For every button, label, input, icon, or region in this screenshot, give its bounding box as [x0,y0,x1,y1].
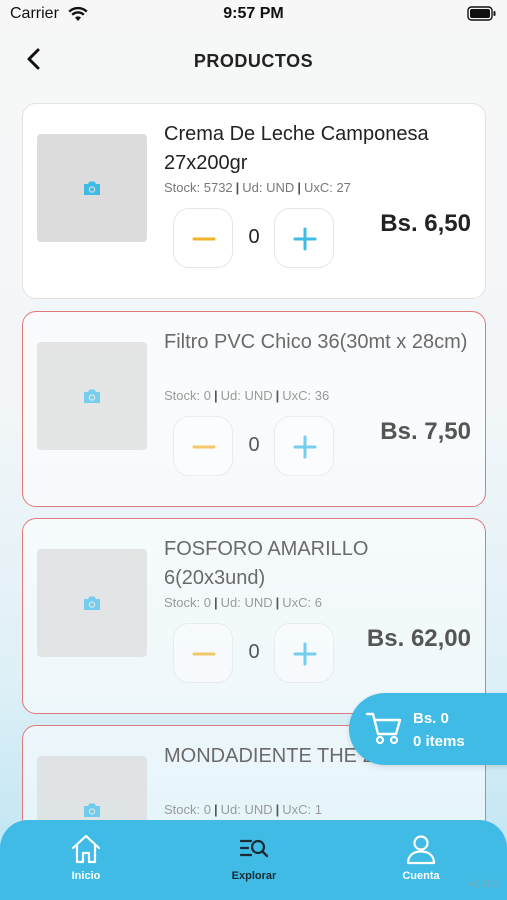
explore-icon [239,839,269,858]
nav-item-explorar[interactable]: Explorar [204,832,304,882]
increase-quantity-button[interactable] [274,208,334,268]
meta-separator: | [297,180,301,195]
meta-separator: | [275,388,280,403]
plus-icon [293,227,317,251]
meta-separator: | [235,180,240,195]
minus-icon [192,445,216,449]
product-units-per-case: UxC: 27 [303,180,351,195]
cart-icon [365,710,403,751]
product-image-placeholder [37,342,147,450]
meta-separator: | [275,595,280,610]
camera-icon [84,596,100,610]
product-unit: Ud: UND [220,802,273,817]
product-name: Crema De Leche Camponesa 27x200gr [164,123,429,174]
bottom-navigation: Inicio Explorar Cuenta [0,820,507,900]
product-price: Bs. 7,50 [380,418,471,445]
decrease-quantity-button[interactable] [173,208,233,268]
product-stock: Stock: 0 [164,388,211,403]
nav-label-inicio: Inicio [71,870,101,882]
quantity-value: 0 [248,641,260,663]
product-units-per-case: UxC: 36 [282,388,330,403]
product-price: Bs. 62,00 [366,625,471,652]
decrease-quantity-button[interactable] [173,623,233,683]
minus-icon [192,237,216,241]
home-icon [71,834,101,864]
product-card[interactable]: Filtro PVC Chico 36(30mt x 28cm) Stock: 0… [22,311,486,507]
cart-button[interactable]: Bs. 0 0 items [349,693,507,765]
app-version: v1.0.2 [469,878,499,890]
product-unit: Ud: UND [242,180,295,195]
camera-icon [84,389,100,403]
product-units-per-case: UxC: 1 [282,802,322,817]
product-price: Bs. 6,50 [380,210,471,237]
product-meta: Stock: 5732 | Ud: UND | UxC: 27 [164,180,351,195]
camera-icon [84,803,100,817]
minus-icon [192,652,216,656]
product-image-placeholder [37,549,147,657]
cart-total: Bs. 0 [413,710,449,727]
nav-item-cuenta[interactable]: Cuenta [371,832,471,882]
quantity-value: 0 [248,226,260,248]
product-meta: Stock: 0 | Ud: UND | UxC: 6 [164,595,322,610]
cart-item-count: 0 items [413,733,465,750]
product-card[interactable]: Crema De Leche Camponesa 27x200gr Stock: … [22,103,486,299]
plus-icon [293,435,317,459]
product-meta: Stock: 0 | Ud: UND | UxC: 36 [164,388,329,403]
product-meta: Stock: 0 | Ud: UND | UxC: 1 [164,802,322,817]
product-stock: Stock: 5732 [164,180,233,195]
meta-separator: | [213,595,218,610]
product-stock: Stock: 0 [164,802,211,817]
status-bar: Carrier 9:57 PM [0,0,507,30]
product-unit: Ud: UND [220,595,273,610]
page-title: PRODUCTOS [193,51,314,71]
product-stock: Stock: 0 [164,595,211,610]
product-unit: Ud: UND [220,388,273,403]
clock: 9:57 PM [223,5,284,22]
increase-quantity-button[interactable] [274,416,334,476]
nav-item-inicio[interactable]: Inicio [36,832,136,882]
quantity-value: 0 [248,434,260,456]
product-name: FOSFORO AMARILLO 6(20x3und) [164,538,369,589]
battery-icon [467,6,497,27]
product-card[interactable]: FOSFORO AMARILLO 6(20x3und) Stock: 0 | Ud: … [22,518,486,714]
meta-separator: | [275,802,280,817]
nav-label-cuenta: Cuenta [402,870,440,882]
product-image-placeholder [37,134,147,242]
user-icon [406,835,436,865]
decrease-quantity-button[interactable] [173,416,233,476]
meta-separator: | [213,802,218,817]
increase-quantity-button[interactable] [274,623,334,683]
nav-label-explorar: Explorar [231,870,277,882]
product-units-per-case: UxC: 6 [282,595,322,610]
camera-icon [84,181,100,195]
product-name: Filtro PVC Chico 36(30mt x 28cm) [164,331,468,353]
plus-icon [293,642,317,666]
meta-separator: | [213,388,218,403]
